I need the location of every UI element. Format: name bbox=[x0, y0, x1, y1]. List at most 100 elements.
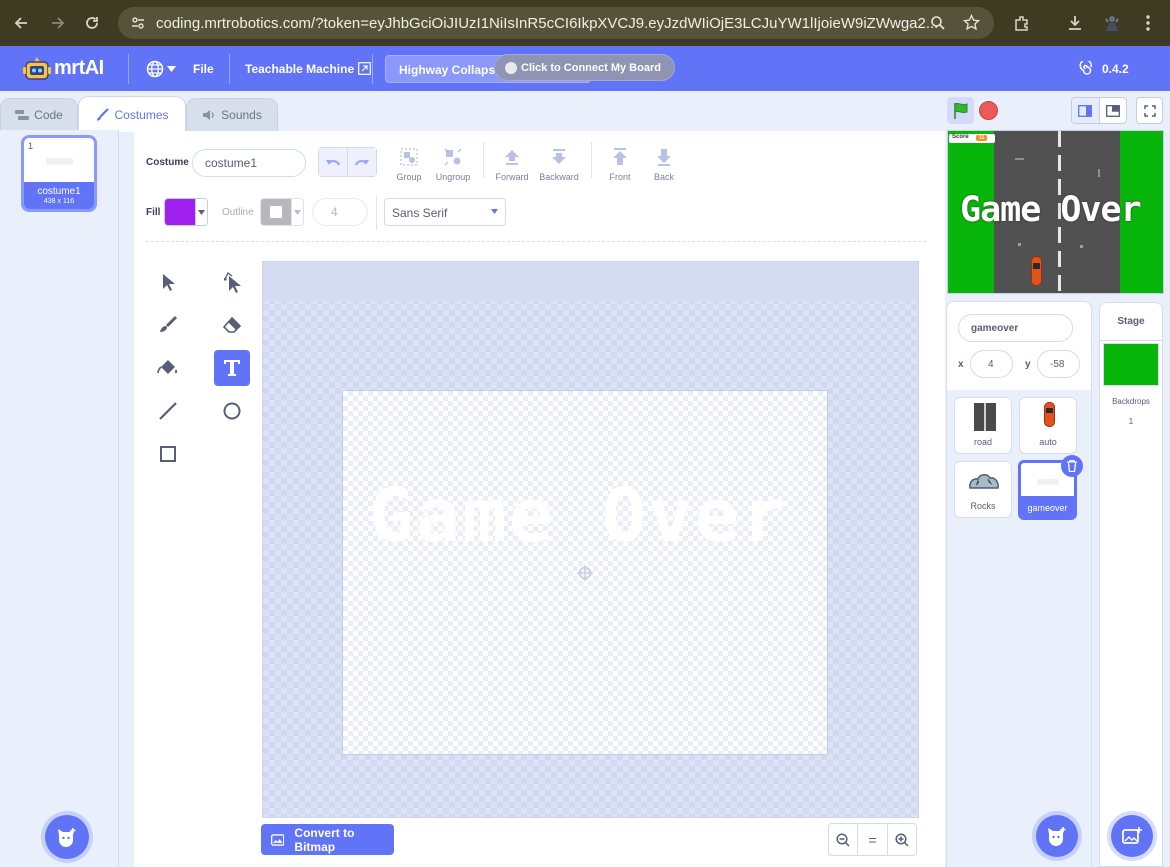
outline-color-swatch bbox=[261, 199, 291, 225]
small-stage-button[interactable] bbox=[1072, 98, 1100, 123]
teachable-machine-menu[interactable]: Teachable Machine bbox=[245, 46, 372, 91]
select-tool[interactable] bbox=[150, 264, 186, 300]
profile-avatar-icon[interactable] bbox=[1100, 11, 1124, 35]
reshape-tool[interactable] bbox=[214, 264, 250, 300]
front-icon bbox=[613, 148, 627, 165]
caret-down-icon bbox=[167, 65, 176, 72]
choose-costume-button[interactable] bbox=[45, 815, 89, 859]
font-name: Sans Serif bbox=[392, 206, 448, 220]
reload-icon[interactable] bbox=[80, 11, 104, 35]
sprite-name-auto: auto bbox=[1039, 437, 1057, 447]
stop-button[interactable] bbox=[979, 101, 998, 120]
zoom-in-icon bbox=[895, 832, 909, 847]
editor-tabs: Code Costumes Sounds bbox=[0, 91, 945, 132]
zoom-out-button[interactable] bbox=[829, 824, 859, 855]
fullscreen-button[interactable] bbox=[1136, 97, 1163, 124]
group-label: Group bbox=[396, 172, 422, 182]
score-label: Score bbox=[952, 134, 969, 140]
fill-tool[interactable] bbox=[150, 350, 186, 386]
language-menu[interactable] bbox=[146, 46, 176, 91]
line-icon bbox=[159, 402, 177, 420]
address-bar[interactable]: coding.mrtrobotics.com/?token=eyJhbGciOi… bbox=[118, 7, 994, 39]
sprite-name-input[interactable]: gameover bbox=[958, 314, 1073, 342]
choose-backdrop-button[interactable] bbox=[1111, 815, 1153, 857]
sprite-tile-road[interactable]: road bbox=[954, 397, 1012, 454]
sprite-y-input[interactable]: -58 bbox=[1037, 350, 1080, 378]
speaker-icon bbox=[203, 110, 214, 120]
stage-pane[interactable]: Stage Backdrops 1 bbox=[1099, 302, 1163, 867]
eraser-tool[interactable] bbox=[214, 307, 250, 343]
connect-board-button[interactable]: Click to Connect My Board bbox=[495, 55, 674, 80]
forward-button[interactable]: Forward bbox=[493, 145, 531, 182]
extensions-icon[interactable] bbox=[1010, 11, 1034, 35]
group-button[interactable]: Group bbox=[392, 145, 426, 182]
version-info: 0.4.2 bbox=[1078, 46, 1129, 91]
sprite-tile-rocks[interactable]: Rocks bbox=[954, 461, 1012, 518]
redo-button[interactable] bbox=[348, 148, 376, 176]
sprite-tile-auto[interactable]: auto bbox=[1019, 397, 1077, 454]
font-dropdown[interactable]: Sans Serif bbox=[384, 198, 506, 226]
rotation-center-icon bbox=[577, 565, 593, 581]
undo-redo-group bbox=[318, 147, 377, 177]
zoom-icon[interactable] bbox=[930, 15, 946, 31]
tab-code[interactable]: Code bbox=[0, 98, 78, 131]
sprite-y-label: y bbox=[1025, 359, 1031, 370]
line-tool[interactable] bbox=[150, 393, 186, 429]
canvas-game-over-text[interactable]: Game Over bbox=[369, 473, 805, 559]
trash-icon bbox=[1067, 460, 1077, 472]
costume-artboard[interactable]: Game Over bbox=[342, 390, 828, 755]
font-caret-icon bbox=[491, 209, 498, 214]
circle-tool[interactable] bbox=[214, 393, 250, 429]
score-value: 11 bbox=[976, 135, 988, 141]
sprite-x-label: x bbox=[958, 359, 964, 370]
tab-sounds[interactable]: Sounds bbox=[186, 98, 278, 131]
tab-costumes[interactable]: Costumes bbox=[78, 96, 186, 132]
brand-logo[interactable]: mrtAI bbox=[22, 46, 104, 91]
forward-icon bbox=[505, 150, 519, 165]
costume-name-input[interactable]: costume1 bbox=[192, 149, 306, 177]
choose-sprite-button[interactable] bbox=[1036, 815, 1078, 857]
code-blocks-icon bbox=[15, 109, 30, 120]
stage-game-over-text: Game Over bbox=[960, 190, 1142, 230]
fill-caret-icon bbox=[198, 209, 205, 215]
forward-arrow-icon[interactable] bbox=[46, 11, 70, 35]
undo-button[interactable] bbox=[319, 148, 348, 176]
delete-sprite-button[interactable] bbox=[1061, 455, 1083, 477]
back-label: Back bbox=[653, 172, 674, 182]
forward-label: Forward bbox=[495, 172, 529, 182]
outline-color-picker[interactable] bbox=[260, 198, 304, 226]
tab-code-label: Code bbox=[34, 108, 63, 122]
backward-icon bbox=[552, 149, 566, 164]
eraser-icon bbox=[222, 316, 242, 333]
browser-menu-icon[interactable] bbox=[1136, 11, 1160, 35]
ungroup-button[interactable]: Ungroup bbox=[433, 145, 473, 182]
costume-thumbnail[interactable]: 1 costume1 438 x 116 bbox=[21, 135, 97, 212]
back-arrow-icon[interactable] bbox=[9, 11, 33, 35]
front-button[interactable]: Front bbox=[603, 145, 637, 182]
stage-car bbox=[1031, 256, 1042, 286]
stage-canvas[interactable]: Score 11 Game Over bbox=[947, 130, 1164, 294]
backward-button[interactable]: Backward bbox=[537, 145, 581, 182]
outline-width-input[interactable]: 4 bbox=[312, 198, 368, 226]
bookmark-star-icon[interactable] bbox=[963, 14, 980, 31]
convert-to-bitmap-button[interactable]: Convert to Bitmap bbox=[261, 824, 394, 855]
tab-sounds-label: Sounds bbox=[221, 108, 262, 122]
download-icon[interactable] bbox=[1063, 11, 1087, 35]
file-menu[interactable]: File bbox=[193, 46, 214, 91]
sprite-x-input[interactable]: 4 bbox=[970, 350, 1013, 378]
zoom-in-button[interactable] bbox=[888, 824, 916, 855]
green-flag-button[interactable] bbox=[947, 97, 974, 124]
zoom-reset-button[interactable]: = bbox=[858, 824, 888, 855]
brush-tool[interactable] bbox=[150, 307, 186, 343]
app-menu-bar: mrtAI File Teachable Machine Highway Col… bbox=[0, 46, 1170, 91]
outline-label: Outline bbox=[222, 207, 254, 218]
external-link-icon bbox=[358, 62, 372, 75]
large-stage-button[interactable] bbox=[1100, 98, 1127, 123]
rectangle-tool[interactable] bbox=[150, 436, 186, 472]
backdrops-count: 1 bbox=[1128, 417, 1134, 426]
rocks-thumbnail bbox=[969, 474, 999, 489]
site-settings-icon[interactable] bbox=[130, 15, 146, 31]
fill-color-picker[interactable] bbox=[164, 198, 208, 226]
text-tool[interactable] bbox=[214, 350, 250, 386]
back-button[interactable]: Back bbox=[647, 145, 681, 182]
